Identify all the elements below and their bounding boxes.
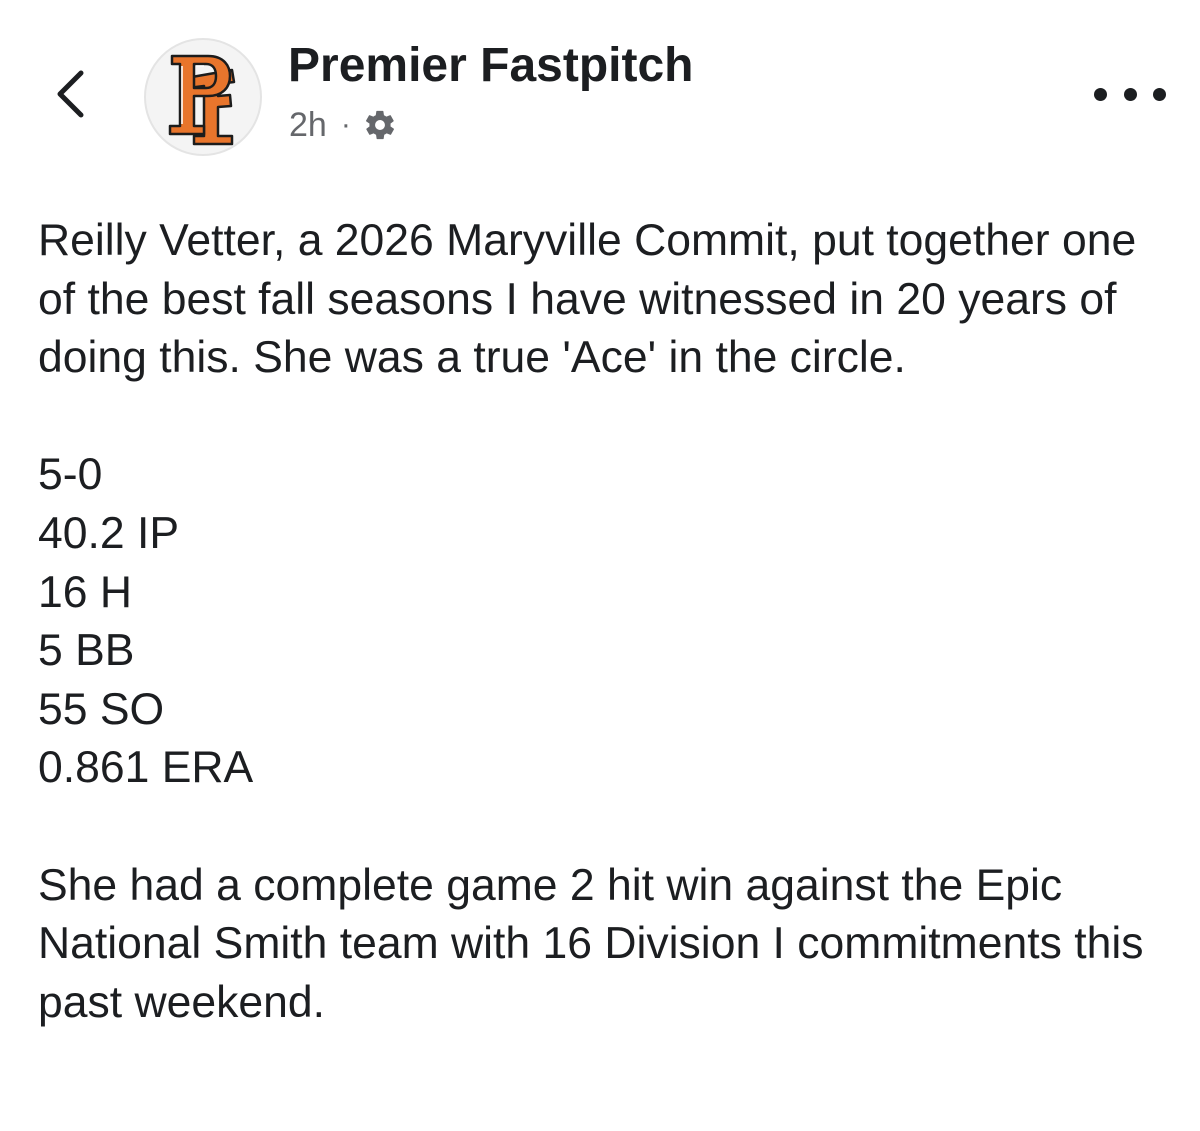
more-dot [1094, 87, 1107, 101]
stat-list: 5-0 40.2 IP 16 H 5 BB 55 SO 0.861 ERA [38, 446, 1168, 798]
more-dot [1153, 87, 1166, 101]
stat-walks: 5 BB [38, 626, 135, 676]
more-dot [1123, 87, 1137, 101]
post-meta: 2h · [289, 106, 399, 144]
stat-strikeouts: 55 SO [38, 684, 165, 734]
post-timestamp[interactable]: 2h [289, 108, 327, 142]
post-body: Reilly Vetter, a 2026 Maryville Commit, … [38, 212, 1168, 1032]
stat-innings-pitched: 40.2 IP [38, 508, 180, 558]
chevron-left-icon [57, 70, 84, 118]
more-options-button[interactable] [1094, 74, 1166, 114]
gear-icon[interactable] [361, 106, 399, 144]
stat-era: 0.861 ERA [38, 743, 254, 793]
stat-hits: 16 H [38, 567, 132, 617]
post-closing: She had a complete game 2 hit win agains… [38, 860, 1144, 1027]
meta-separator: · [340, 108, 351, 141]
premier-fastpitch-logo [168, 54, 236, 146]
post-intro: Reilly Vetter, a 2026 Maryville Commit, … [38, 216, 1137, 383]
stat-record: 5-0 [38, 450, 103, 500]
back-button[interactable] [40, 64, 100, 124]
page-name[interactable]: Premier Fastpitch [288, 39, 693, 93]
avatar[interactable] [144, 38, 262, 156]
